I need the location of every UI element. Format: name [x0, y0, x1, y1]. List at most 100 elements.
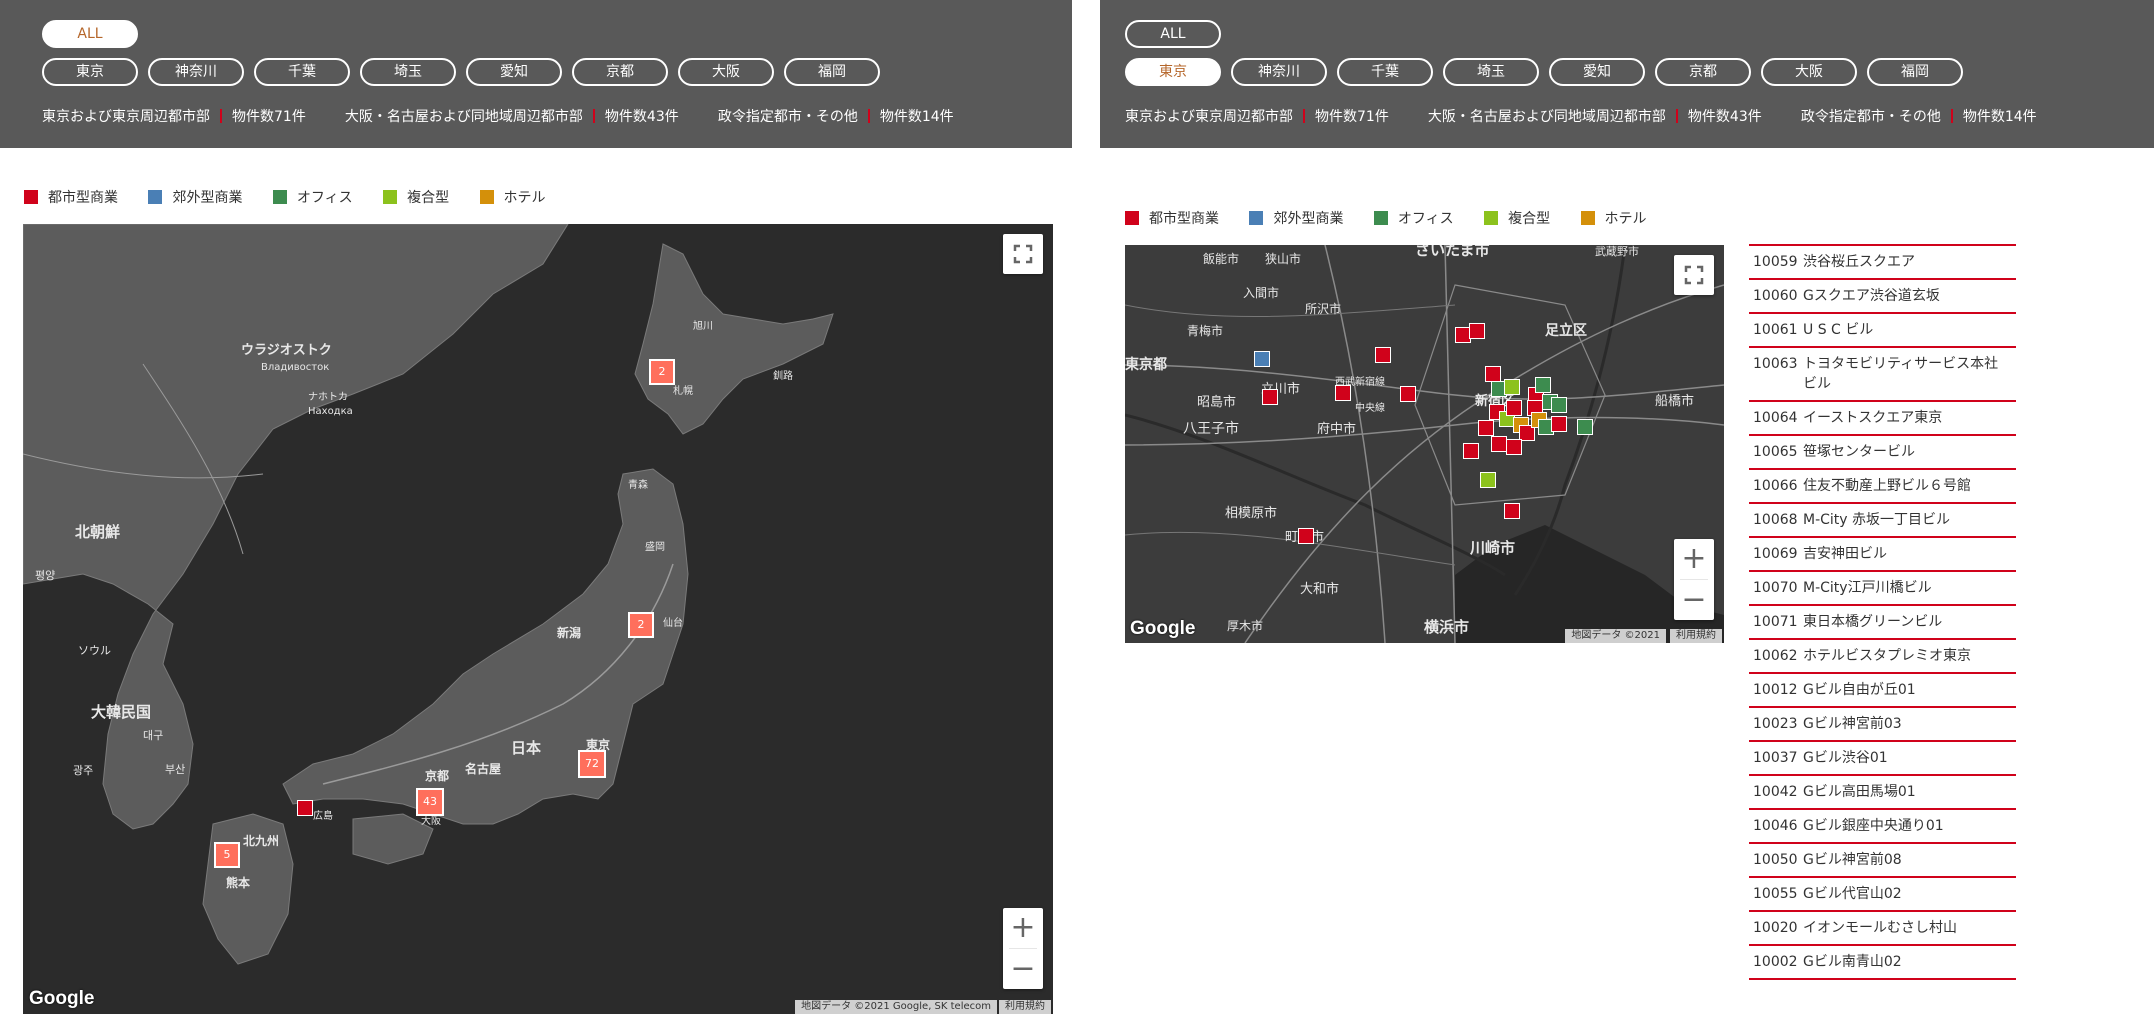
filter-tokyo-button[interactable]: 東京 — [1125, 58, 1221, 86]
terms-link[interactable]: 利用規約 — [1670, 629, 1722, 643]
property-marker[interactable] — [1504, 379, 1520, 395]
property-id: 10061 — [1753, 322, 1798, 338]
cluster-marker[interactable]: 2 — [649, 359, 675, 385]
list-item[interactable]: 10050 Gビル神宮前08 — [1749, 844, 2016, 878]
list-item[interactable]: 10063 トヨタモビリティサービス本社ビル — [1749, 348, 2016, 402]
filter-osaka-button[interactable]: 大阪 — [678, 58, 774, 86]
filter-saitama-button[interactable]: 埼玉 — [360, 58, 456, 86]
map-base: ウラジオストク Владивосток ナホトカ Находка 北朝鮮 大韓民… — [23, 224, 834, 965]
property-id: 10002 — [1753, 954, 1798, 970]
property-marker[interactable] — [1469, 323, 1485, 339]
list-item[interactable]: 10060 Gスクエア渋谷道玄坂 — [1749, 280, 2016, 314]
filter-fukuoka-button[interactable]: 福岡 — [1867, 58, 1963, 86]
map-label: 飯能市 — [1203, 251, 1239, 266]
legend-mixed-use: 複合型 — [383, 187, 449, 207]
filter-kyoto-button[interactable]: 京都 — [572, 58, 668, 86]
property-marker[interactable] — [1298, 528, 1314, 544]
summary-region: 政令指定都市・その他 — [1800, 109, 1941, 125]
property-marker[interactable] — [1335, 385, 1351, 401]
terms-link[interactable]: 利用規約 — [999, 1000, 1051, 1014]
list-item[interactable]: 10061 U S C ビル — [1749, 314, 2016, 348]
list-item[interactable]: 10070 M-City江戸川橋ビル — [1749, 572, 2016, 606]
filter-chiba-button[interactable]: 千葉 — [254, 58, 350, 86]
filter-aichi-button[interactable]: 愛知 — [466, 58, 562, 86]
filter-all-button[interactable]: ALL — [42, 20, 138, 48]
list-item[interactable]: 10059 渋谷桜丘スクエア — [1749, 246, 2016, 280]
property-id: 10046 — [1753, 818, 1798, 834]
list-item[interactable]: 10042 Gビル高田馬場01 — [1749, 776, 2016, 810]
filter-all-button[interactable]: ALL — [1125, 20, 1221, 48]
list-item[interactable]: 10066 住友不動産上野ビル６号館 — [1749, 470, 2016, 504]
zoom-in-button[interactable]: + — [1003, 908, 1043, 948]
list-item[interactable]: 10023 Gビル神宮前03 — [1749, 708, 2016, 742]
property-marker[interactable] — [1535, 377, 1551, 393]
filter-tokyo-button[interactable]: 東京 — [42, 58, 138, 86]
zoom-out-button[interactable]: − — [1674, 580, 1714, 620]
legend-urban-retail: 都市型商業 — [1125, 208, 1219, 228]
list-item[interactable]: 10012 Gビル自由が丘01 — [1749, 674, 2016, 708]
zoom-in-button[interactable]: + — [1674, 539, 1714, 579]
list-item[interactable]: 10069 吉安神田ビル — [1749, 538, 2016, 572]
property-marker[interactable] — [1551, 416, 1567, 432]
property-id: 10059 — [1753, 254, 1798, 270]
property-id: 10069 — [1753, 546, 1798, 562]
filter-kanagawa-button[interactable]: 神奈川 — [1231, 58, 1327, 86]
property-name: Gスクエア渋谷道玄坂 — [1803, 288, 1940, 304]
summary-item: 政令指定都市・その他 物件数14件 — [1801, 106, 2037, 126]
property-marker[interactable] — [1506, 400, 1522, 416]
map-label: 名古屋 — [465, 761, 501, 776]
filter-aichi-button[interactable]: 愛知 — [1549, 58, 1645, 86]
list-item[interactable]: 10062 ホテルビスタプレミオ東京 — [1749, 640, 2016, 674]
filter-chiba-button[interactable]: 千葉 — [1337, 58, 1433, 86]
list-item[interactable]: 10002 Gビル南青山02 — [1749, 946, 2016, 980]
property-id: 10050 — [1753, 852, 1798, 868]
list-item[interactable]: 10020 イオンモールむさし村山 — [1749, 912, 2016, 946]
zoom-out-button[interactable]: − — [1003, 949, 1043, 989]
property-marker[interactable] — [297, 800, 313, 816]
japan-map[interactable]: ウラジオストク Владивосток ナホトカ Находка 北朝鮮 大韓民… — [23, 224, 1053, 1014]
legend-office: オフィス — [272, 187, 353, 207]
map-label: 부산 — [165, 763, 185, 776]
cluster-marker[interactable]: 43 — [416, 788, 444, 816]
list-item[interactable]: 10037 Gビル渋谷01 — [1749, 742, 2016, 776]
property-name: 吉安神田ビル — [1803, 546, 1887, 562]
property-marker[interactable] — [1254, 351, 1270, 367]
property-marker[interactable] — [1504, 503, 1520, 519]
fullscreen-icon — [1013, 244, 1033, 264]
cluster-marker[interactable]: 72 — [578, 750, 606, 778]
filter-kyoto-button[interactable]: 京都 — [1655, 58, 1751, 86]
property-id: 10063 — [1753, 356, 1798, 372]
property-marker[interactable] — [1463, 443, 1479, 459]
map-attribution: 地図データ ©2021 Google, SK telecom — [795, 1000, 997, 1014]
legend-mixed-use: 複合型 — [1484, 208, 1550, 228]
list-item[interactable]: 10065 笹塚センタービル — [1749, 436, 2016, 470]
property-id: 10064 — [1753, 410, 1798, 426]
property-marker[interactable] — [1491, 436, 1507, 452]
property-name: Gビル高田馬場01 — [1803, 784, 1916, 800]
filter-kanagawa-button[interactable]: 神奈川 — [148, 58, 244, 86]
filter-fukuoka-button[interactable]: 福岡 — [784, 58, 880, 86]
list-item[interactable]: 10046 Gビル銀座中央通り01 — [1749, 810, 2016, 844]
property-marker[interactable] — [1577, 419, 1593, 435]
list-item[interactable]: 10068 M-City 赤坂一丁目ビル — [1749, 504, 2016, 538]
cluster-marker[interactable]: 5 — [214, 842, 240, 868]
map-label: 厚木市 — [1227, 618, 1263, 633]
list-item[interactable]: 10071 東日本橋グリーンビル — [1749, 606, 2016, 640]
filter-saitama-button[interactable]: 埼玉 — [1443, 58, 1539, 86]
property-marker[interactable] — [1485, 366, 1501, 382]
property-marker[interactable] — [1551, 397, 1567, 413]
property-marker[interactable] — [1506, 439, 1522, 455]
property-marker[interactable] — [1375, 347, 1391, 363]
property-marker[interactable] — [1400, 386, 1416, 402]
filter-osaka-button[interactable]: 大阪 — [1761, 58, 1857, 86]
tokyo-map[interactable]: さいたま市 飯能市 狭山市 入間市 所沢市 青梅市 足立区 武蔵野市 立川市 昭… — [1125, 245, 1724, 643]
list-item[interactable]: 10064 イーストスクエア東京 — [1749, 402, 2016, 436]
property-marker[interactable] — [1480, 472, 1496, 488]
summary-count: 物件数14件 — [1962, 109, 2037, 125]
cluster-marker[interactable]: 2 — [628, 612, 654, 638]
fullscreen-button[interactable] — [1003, 234, 1043, 274]
property-marker[interactable] — [1262, 389, 1278, 405]
fullscreen-button[interactable] — [1674, 255, 1714, 295]
list-item[interactable]: 10055 Gビル代官山02 — [1749, 878, 2016, 912]
property-marker[interactable] — [1478, 420, 1494, 436]
